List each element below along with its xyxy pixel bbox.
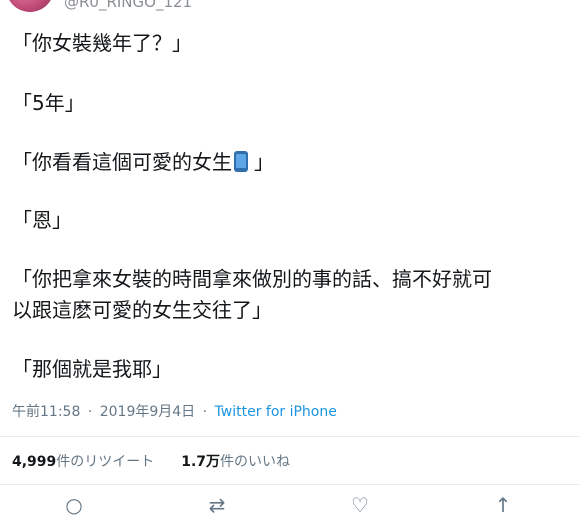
like-count-link[interactable]: 1.7万件のいいね [181, 454, 290, 470]
like-icon[interactable]: ♡ [348, 493, 372, 517]
avatar[interactable] [6, 0, 54, 12]
tweet-time[interactable]: 午前11:58 [12, 404, 80, 420]
tweet-line: 「那個就是我耶」 [12, 357, 172, 381]
tweet-line-text: 「你看看這個可愛的女生 [12, 150, 232, 174]
retweet-count-link[interactable]: 4,999件のリツイート [12, 454, 154, 470]
like-count: 1.7万 [181, 454, 221, 470]
divider [0, 436, 579, 437]
tweet-line: 「5年」 [12, 91, 85, 115]
retweet-count: 4,999 [12, 454, 57, 470]
tweet-source-link[interactable]: Twitter for iPhone [215, 404, 337, 420]
tweet-date[interactable]: 2019年9月4日 [100, 404, 195, 420]
tweet-line: 「你看看這個可愛的女生」 [12, 148, 274, 176]
tweet-meta: 午前11:58 · 2019年9月4日 · Twitter for iPhone [12, 401, 337, 421]
meta-separator: · [87, 404, 93, 420]
tweet-line-text: 」 [254, 150, 274, 174]
divider [0, 484, 579, 485]
tweet-line: 「恩」 [12, 208, 72, 232]
tweet-line: 「你女裝幾年了？」 [12, 31, 192, 55]
tweet-line: 以跟這麽可愛的女生交往了」 [12, 298, 272, 322]
engagement-stats: 4,999件のリツイート 1.7万件のいいね [12, 451, 290, 471]
retweet-label: 件のリツイート [56, 454, 155, 470]
user-handle[interactable]: @R0_RINGO_121 [64, 0, 192, 11]
retweet-icon[interactable]: ⇄ [205, 493, 229, 517]
reply-icon[interactable]: ○ [62, 493, 86, 517]
mobile-phone-icon [234, 151, 248, 172]
tweet-line: 「你把拿來女裝的時間拿來做別的事的話、搞不好就可 [12, 267, 492, 291]
meta-separator: · [202, 404, 208, 420]
like-label: 件のいいね [220, 454, 291, 470]
share-icon[interactable]: ↑ [491, 493, 515, 517]
